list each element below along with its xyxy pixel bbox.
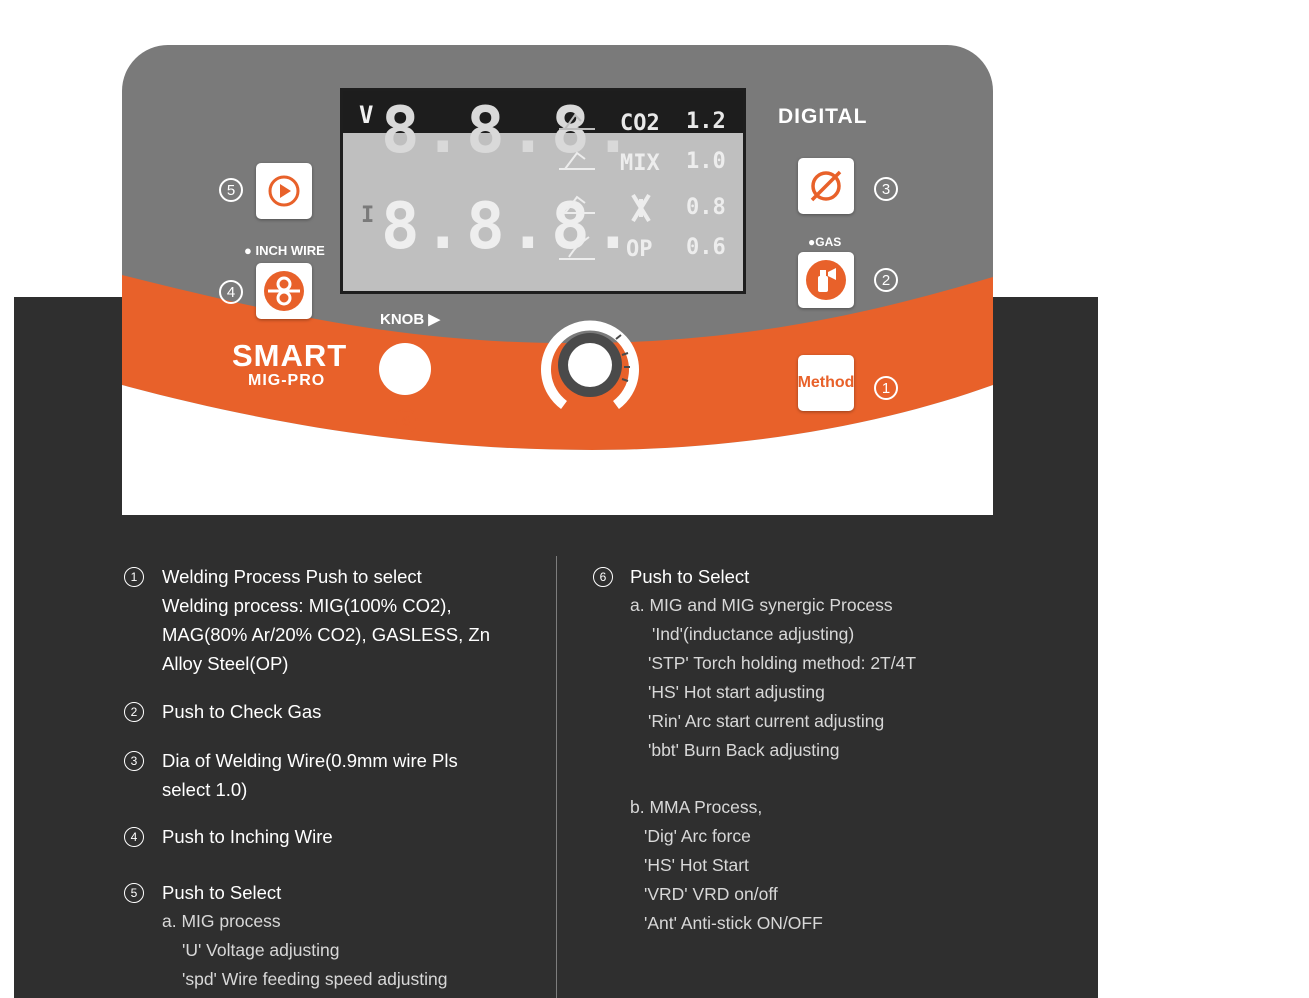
lcd-current-label: I [361, 203, 375, 228]
desc-number-2: 2 [124, 702, 144, 722]
number-2-badge: 2 [874, 268, 898, 292]
lcd-gas-co2: CO2 [620, 111, 660, 136]
inch-wire-button[interactable] [256, 263, 312, 319]
desc-item-6-title: Push to Select [630, 566, 750, 587]
method-button[interactable]: Method [798, 355, 854, 411]
brand-smart: SMART [232, 338, 348, 373]
desc-number-3: 3 [124, 751, 144, 771]
wire-feed-icon [264, 271, 304, 311]
desc-item-6-group-a: a. MIG and MIG synergic Process 'Ind'(in… [630, 595, 917, 760]
diameter-icon [810, 170, 842, 202]
desc-item-4: Push to Inching Wire [162, 826, 333, 847]
number-1-badge: 1 [874, 376, 898, 400]
desc-number-6: 6 [593, 567, 613, 587]
desc-item-5-sub: a. MIG process 'U' Voltage adjusting 'sp… [162, 911, 448, 989]
control-panel: V 8.8.8. I 8.8.8. CO2 1.2 MIX 1.0 0.8 OP… [122, 45, 993, 515]
desc-number-5: 5 [124, 883, 144, 903]
number-4-badge: 4 [219, 280, 243, 304]
lcd-wire-0-6: 0.6 [686, 235, 726, 260]
inch-wire-label: ● INCH WIRE [244, 243, 325, 258]
lcd-wire-1-2: 1.2 [686, 109, 726, 134]
lcd-wire-1-0: 1.0 [686, 149, 726, 174]
gas-label: ●GAS [808, 235, 842, 249]
brand-mig-pro: MIG-PRO [248, 372, 326, 389]
knob-push-button[interactable] [379, 343, 431, 395]
lcd-gas-mix: MIX [620, 151, 660, 176]
select-button-5[interactable] [256, 163, 312, 219]
knob-label: KNOB ▶ [380, 311, 440, 328]
desc-item-2: Push to Check Gas [162, 701, 322, 722]
desc-item-6-group-b: b. MMA Process, 'Dig' Arc force 'HS' Hot… [630, 797, 823, 933]
process-icons [559, 113, 595, 260]
lcd-gas-op: OP [626, 237, 653, 262]
brand-digital: DIGITAL [778, 105, 868, 128]
lcd-voltage-label: V [359, 101, 374, 129]
lcd-display: V 8.8.8. I 8.8.8. CO2 1.2 MIX 1.0 0.8 OP… [340, 88, 746, 294]
desc-item-5: Push to Select [162, 882, 282, 903]
number-6-badge: 6 [394, 409, 418, 433]
column-divider [556, 556, 557, 998]
wire-diameter-button[interactable] [798, 158, 854, 214]
lcd-wire-0-8: 0.8 [686, 195, 726, 220]
desc-item-1: Welding Process Push to select Welding p… [162, 566, 490, 674]
desc-number-4: 4 [124, 827, 144, 847]
desc-number-1: 1 [124, 567, 144, 587]
desc-item-3: Dia of Welding Wire(0.9mm wire Pls selec… [162, 750, 458, 800]
number-3-badge: 3 [874, 177, 898, 201]
gas-check-button[interactable] [798, 252, 854, 308]
gasless-icon [631, 193, 651, 223]
method-label: Method [797, 374, 855, 391]
play-icon [268, 175, 300, 207]
gas-cylinder-icon [806, 260, 846, 300]
rotary-knob[interactable] [536, 315, 644, 415]
number-5-badge: 5 [219, 178, 243, 202]
